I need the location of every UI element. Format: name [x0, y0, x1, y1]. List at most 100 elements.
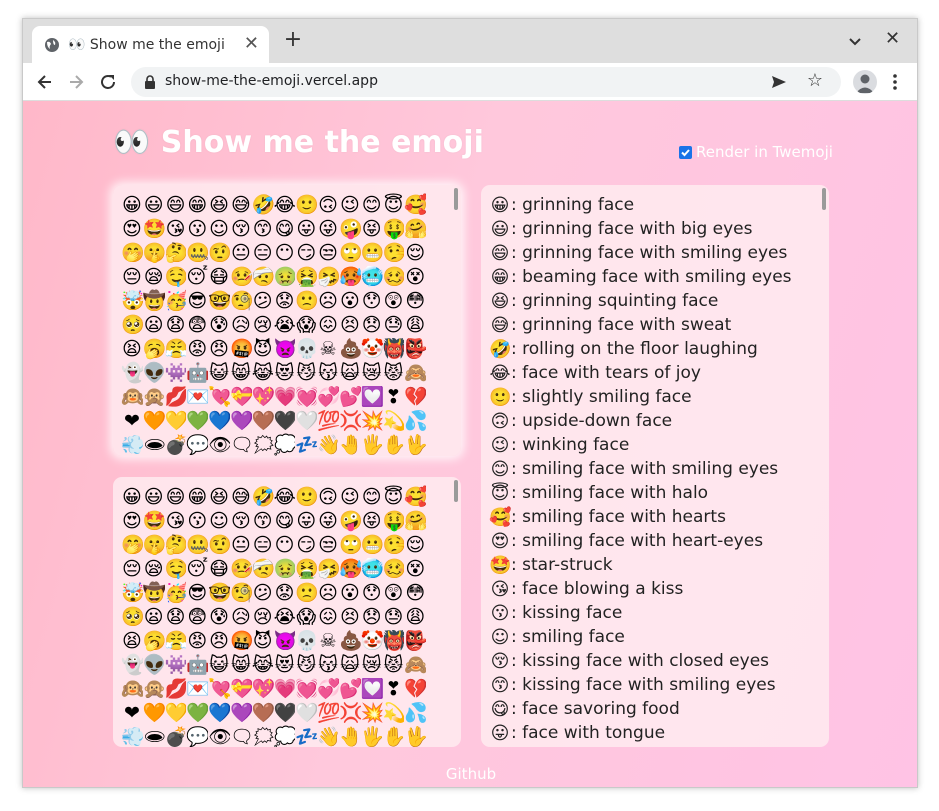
emoji-cell[interactable]: 💚: [186, 701, 208, 725]
emoji-cell[interactable]: 🤣: [252, 485, 274, 509]
emoji-cell[interactable]: 🤪: [339, 217, 361, 241]
emoji-cell[interactable]: 👁: [208, 433, 230, 456]
emoji-cell[interactable]: 😅: [230, 193, 252, 217]
emoji-cell[interactable]: 😒: [317, 241, 339, 265]
emoji-cell[interactable]: ✋: [383, 725, 405, 747]
emoji-cell[interactable]: 😑: [252, 241, 274, 265]
emoji-cell[interactable]: 👿: [274, 629, 296, 653]
emoji-cell[interactable]: ☠: [317, 629, 339, 653]
emoji-cell[interactable]: 😰: [208, 605, 230, 629]
emoji-cell[interactable]: 💢: [339, 701, 361, 725]
emoji-cell[interactable]: 🤪: [339, 509, 361, 533]
emoji-cell[interactable]: 🙀: [339, 361, 361, 385]
emoji-cell[interactable]: 😌: [404, 533, 426, 557]
scrollbar[interactable]: [454, 188, 458, 210]
emoji-cell[interactable]: 😃: [143, 193, 165, 217]
emoji-cell[interactable]: 🤐: [186, 533, 208, 557]
emoji-cell[interactable]: 🙃: [317, 193, 339, 217]
emoji-cell[interactable]: 💟: [361, 677, 383, 701]
emoji-cell[interactable]: 🙈: [404, 653, 426, 677]
emoji-cell[interactable]: ✋: [383, 433, 405, 456]
emoji-cell[interactable]: 💙: [208, 701, 230, 725]
emoji-cell[interactable]: 🙀: [339, 653, 361, 677]
emoji-cell[interactable]: 💓: [295, 385, 317, 409]
emoji-cell[interactable]: 😾: [383, 361, 405, 385]
emoji-cell[interactable]: 😣: [339, 313, 361, 337]
send-icon[interactable]: [771, 74, 787, 90]
emoji-cell[interactable]: 🤥: [383, 241, 405, 265]
emoji-cell[interactable]: 💨: [121, 433, 143, 456]
emoji-cell[interactable]: 🥴: [383, 557, 405, 581]
emoji-cell[interactable]: 🙄: [339, 241, 361, 265]
emoji-cell[interactable]: 😁: [186, 485, 208, 509]
emoji-cell[interactable]: 😷: [208, 265, 230, 289]
emoji-cell[interactable]: 😱: [295, 605, 317, 629]
emoji-cell[interactable]: 😢: [252, 605, 274, 629]
emoji-name-row[interactable]: 😘: face blowing a kiss: [489, 577, 817, 601]
emoji-cell[interactable]: 😁: [186, 193, 208, 217]
emoji-cell[interactable]: 😜: [317, 509, 339, 533]
emoji-cell[interactable]: 😲: [383, 581, 405, 605]
emoji-name-row[interactable]: 😆: grinning squinting face: [489, 289, 817, 313]
emoji-name-row[interactable]: 😇: smiling face with halo: [489, 481, 817, 505]
emoji-cell[interactable]: 😠: [208, 337, 230, 361]
emoji-cell[interactable]: 🤖: [186, 653, 208, 677]
emoji-cell[interactable]: 👻: [121, 653, 143, 677]
emoji-names-panel[interactable]: 😀: grinning face 😃: grinning face with bi…: [481, 185, 829, 747]
emoji-cell[interactable]: 💦: [404, 701, 426, 725]
emoji-cell[interactable]: 🤮: [295, 265, 317, 289]
emoji-cell[interactable]: 🙁: [295, 289, 317, 313]
window-close-icon[interactable]: ✕: [885, 29, 900, 49]
emoji-name-row[interactable]: 🥰: smiling face with hearts: [489, 505, 817, 529]
emoji-cell[interactable]: 💓: [295, 677, 317, 701]
emoji-cell[interactable]: 🥺: [121, 313, 143, 337]
emoji-cell[interactable]: 💋: [165, 677, 187, 701]
emoji-cell[interactable]: 🗯: [252, 433, 274, 456]
emoji-cell[interactable]: 😦: [143, 313, 165, 337]
emoji-cell[interactable]: 💔: [404, 385, 426, 409]
url-text[interactable]: show-me-the-emoji.vercel.app: [165, 73, 378, 89]
emoji-cell[interactable]: 😒: [317, 533, 339, 557]
emoji-cell[interactable]: 😯: [361, 581, 383, 605]
emoji-cell[interactable]: 💯: [317, 409, 339, 433]
emoji-cell[interactable]: 🤩: [143, 217, 165, 241]
emoji-cell[interactable]: 🥶: [361, 265, 383, 289]
emoji-cell[interactable]: 💛: [165, 701, 187, 725]
emoji-cell[interactable]: 😇: [383, 193, 405, 217]
emoji-cell[interactable]: 😑: [252, 533, 274, 557]
emoji-cell[interactable]: 😚: [230, 509, 252, 533]
emoji-cell[interactable]: 🤑: [383, 509, 405, 533]
emoji-cell[interactable]: 😔: [121, 557, 143, 581]
back-arrow-icon[interactable]: [35, 72, 55, 92]
emoji-cell[interactable]: 👽: [143, 653, 165, 677]
emoji-cell[interactable]: 💥: [361, 409, 383, 433]
emoji-name-row[interactable]: 😂: face with tears of joy: [489, 361, 817, 385]
emoji-cell[interactable]: 🤣: [252, 193, 274, 217]
emoji-name-row[interactable]: 😅: grinning face with sweat: [489, 313, 817, 337]
emoji-name-row[interactable]: 😗: kissing face: [489, 601, 817, 625]
emoji-cell[interactable]: 😓: [383, 605, 405, 629]
emoji-name-row[interactable]: 😀: grinning face: [489, 193, 817, 217]
emoji-cell[interactable]: 🧐: [230, 581, 252, 605]
emoji-cell[interactable]: 😉: [339, 485, 361, 509]
emoji-cell[interactable]: 👻: [121, 361, 143, 385]
emoji-cell[interactable]: 😖: [317, 605, 339, 629]
emoji-cell[interactable]: 🥴: [383, 265, 405, 289]
emoji-cell[interactable]: 💚: [186, 409, 208, 433]
emoji-cell[interactable]: 👹: [383, 337, 405, 361]
emoji-cell[interactable]: 😝: [361, 509, 383, 533]
emoji-cell[interactable]: 💙: [208, 409, 230, 433]
emoji-cell[interactable]: 😺: [208, 361, 230, 385]
emoji-cell[interactable]: 👾: [165, 653, 187, 677]
emoji-cell[interactable]: 💋: [165, 385, 187, 409]
emoji-cell[interactable]: 🤨: [208, 241, 230, 265]
emoji-cell[interactable]: 😃: [143, 485, 165, 509]
emoji-cell[interactable]: 💝: [230, 385, 252, 409]
emoji-cell[interactable]: 🤔: [165, 241, 187, 265]
emoji-cell[interactable]: 😲: [383, 289, 405, 313]
emoji-name-row[interactable]: 😄: grinning face with smiling eyes: [489, 241, 817, 265]
emoji-cell[interactable]: 😚: [230, 217, 252, 241]
emoji-cell[interactable]: 🤎: [252, 409, 274, 433]
tab-show-me-the-emoji[interactable]: 👀 Show me the emoji ✕: [32, 26, 269, 63]
emoji-cell[interactable]: 🕳: [143, 433, 165, 456]
